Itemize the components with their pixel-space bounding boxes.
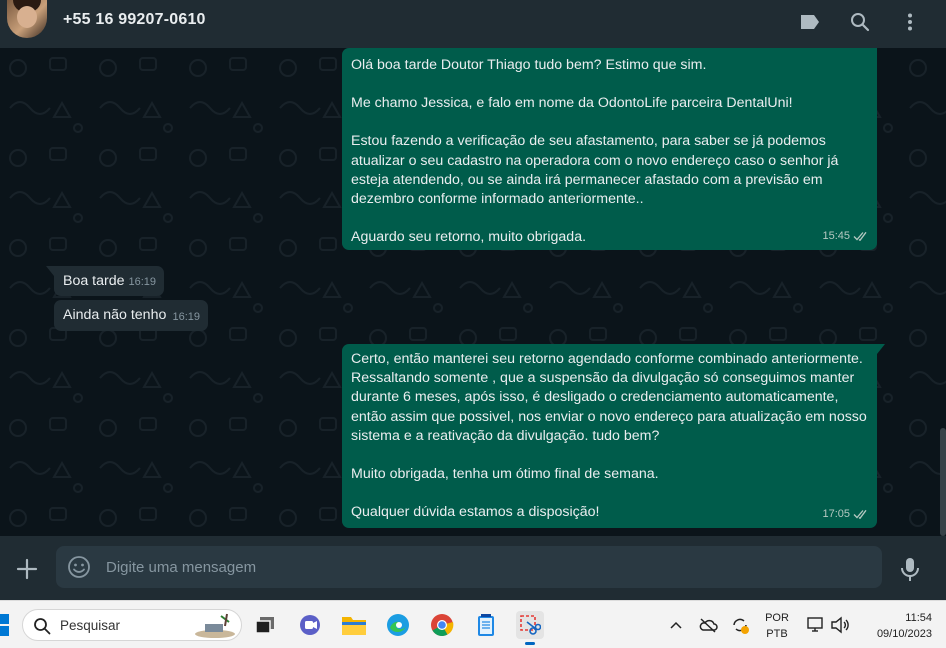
search-icon[interactable] (848, 10, 872, 34)
language-code: POR (765, 612, 789, 624)
windows-start-icon[interactable] (0, 613, 10, 637)
message-text: Me chamo Jessica, e falo em nome da Odon… (351, 95, 793, 112)
microphone-icon[interactable] (898, 556, 922, 582)
message-input[interactable] (106, 546, 866, 588)
message-input-box[interactable] (56, 546, 882, 588)
taskbar-search[interactable]: Pesquisar (22, 609, 242, 641)
message-time: 16:19 (172, 310, 200, 323)
message-meta: 17:05 (822, 505, 869, 524)
label-icon[interactable] (798, 10, 822, 34)
message-text: Muito obrigada, tenha um ótimo final de … (351, 466, 659, 483)
bubble-tail (46, 266, 54, 276)
plus-icon[interactable] (14, 556, 40, 582)
chrome-icon[interactable] (428, 611, 456, 639)
chat-header: +55 16 99207-0610 (0, 0, 946, 48)
volume-icon[interactable] (830, 615, 850, 635)
search-highlight-icon (195, 613, 235, 638)
edge-icon[interactable] (384, 611, 412, 639)
network-icon[interactable] (806, 615, 826, 635)
clock-date: 09/10/2023 (876, 628, 932, 640)
snipping-tool-icon[interactable] (516, 611, 544, 645)
keyboard-layout: PTB (766, 628, 788, 640)
message-time: 17:05 (822, 507, 850, 520)
chat-scrollbar[interactable] (940, 428, 946, 536)
message-meta: 16:19 (128, 273, 156, 292)
message-text: Aguardo seu retorno, muito obrigada. (351, 229, 587, 246)
incoming-message[interactable]: Ainda não tenho 16:19 (54, 300, 208, 331)
message-list[interactable]: Olá boa tarde Doutor Thiago tudo bem? Es… (0, 48, 946, 536)
message-text: Olá boa tarde Doutor Thiago tudo bem? Es… (351, 57, 707, 73)
language-indicator[interactable]: POR PTB (760, 610, 794, 642)
file-explorer-icon[interactable] (340, 611, 368, 639)
avatar-face (17, 6, 37, 28)
read-ticks-icon (853, 510, 867, 520)
search-placeholder: Pesquisar (60, 618, 121, 633)
onedrive-offline-icon[interactable] (698, 615, 718, 635)
contact-avatar[interactable] (7, 0, 47, 38)
teams-chat-icon[interactable] (296, 611, 324, 639)
message-text: Estou fazendo a verificação de seu afast… (351, 133, 839, 208)
kebab-menu-icon[interactable] (898, 10, 922, 34)
message-text: Qualquer dúvida estamos a disposição! (351, 504, 600, 521)
contact-name[interactable]: +55 16 99207-0610 (63, 11, 206, 29)
message-text: Ainda não tenho (63, 307, 167, 323)
sync-alert-icon[interactable] (730, 615, 750, 635)
message-time: 16:19 (128, 275, 156, 288)
message-meta: 16:19 (172, 308, 200, 327)
notepad-icon[interactable] (472, 611, 500, 639)
composer-bar (0, 536, 946, 600)
system-clock[interactable]: 11:54 09/10/2023 (858, 610, 932, 642)
incoming-message[interactable]: Boa tarde 16:19 (46, 266, 164, 296)
search-icon (34, 618, 51, 635)
message-text: Boa tarde (63, 273, 125, 289)
message-time: 15:45 (822, 229, 850, 242)
emoji-icon[interactable] (67, 555, 91, 579)
bubble-tail (877, 344, 885, 354)
clock-time: 11:54 (905, 612, 932, 624)
message-meta: 15:45 (822, 227, 869, 246)
outgoing-message[interactable]: Certo, então manterei seu retorno agenda… (342, 344, 885, 528)
read-ticks-icon (853, 232, 867, 242)
chevron-up-icon[interactable] (666, 615, 686, 635)
task-view-icon[interactable] (251, 611, 279, 639)
outgoing-message[interactable]: Olá boa tarde Doutor Thiago tudo bem? Es… (342, 48, 877, 250)
message-text: Certo, então manterei seu retorno agenda… (351, 351, 867, 444)
windows-taskbar: Pesquisar POR PTB 11:54 09/10/2023 (0, 600, 946, 648)
